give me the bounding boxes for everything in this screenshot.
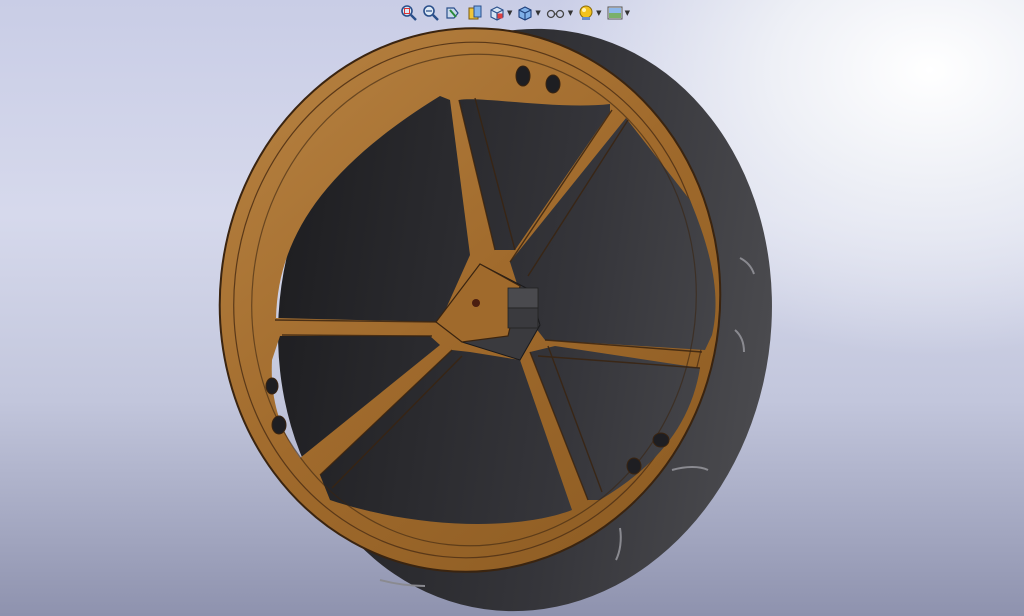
graphics-area[interactable]: ▼ ▼ ▼ ▼ ▼: [0, 0, 1024, 616]
axle-hole: [472, 299, 480, 307]
wheel-model[interactable]: [0, 0, 1024, 616]
